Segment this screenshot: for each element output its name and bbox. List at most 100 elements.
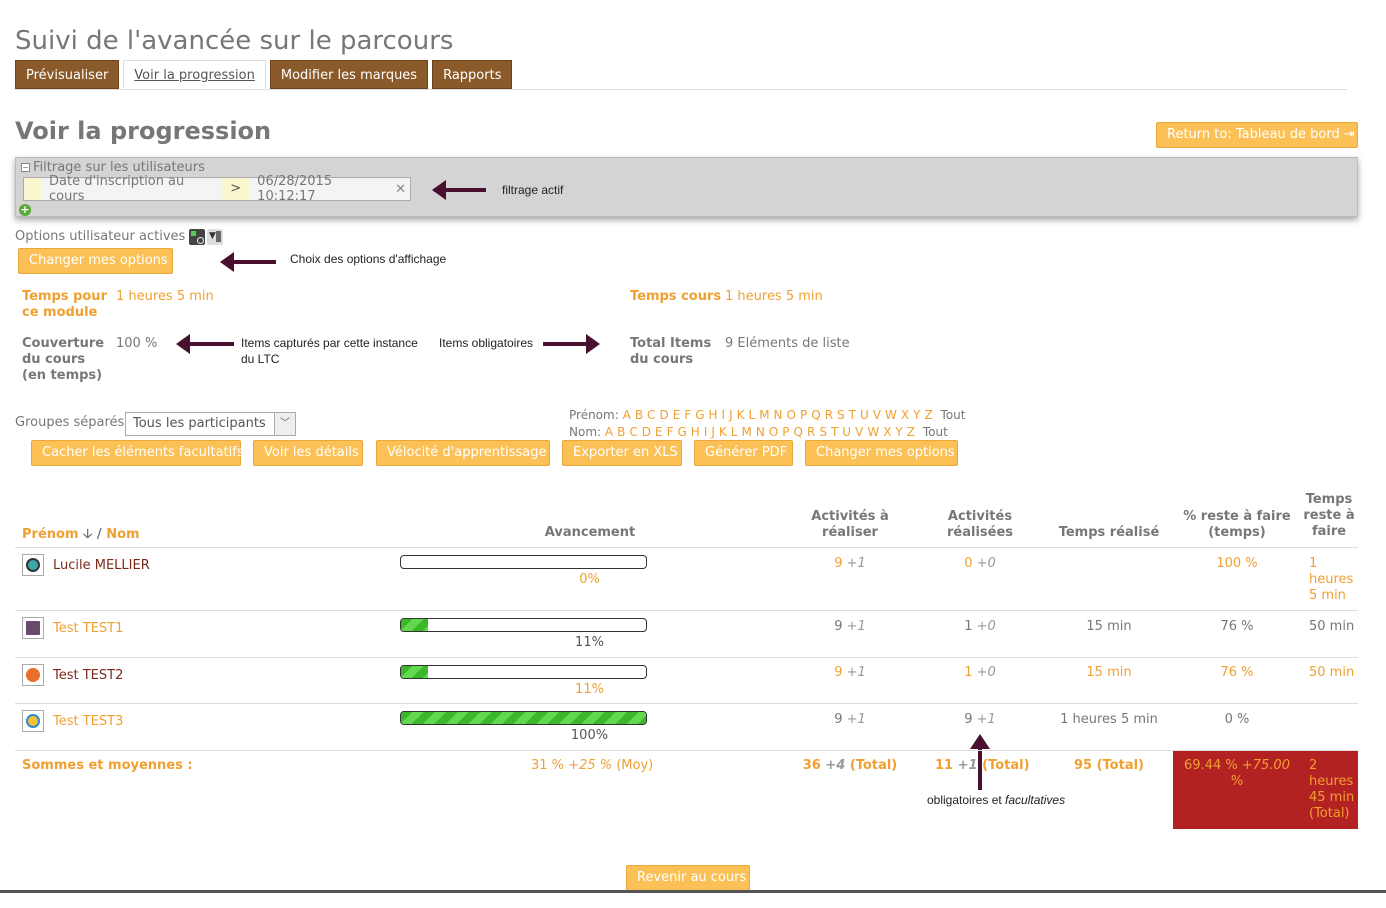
alpha-letter-link[interactable]: I [722, 408, 726, 422]
alpha-letter-link[interactable]: I [704, 425, 708, 439]
done-cell: 1 +0 [935, 619, 1025, 634]
hide-optional-button[interactable]: Cacher les éléments facultatifs [31, 440, 244, 466]
export-xls-button[interactable]: Exporter en XLS [562, 440, 682, 466]
alpha-letter-link[interactable]: K [737, 408, 745, 422]
alpha-letter-link[interactable]: T [831, 425, 838, 439]
alpha-letter-link[interactable]: F [667, 425, 674, 439]
totals-progress: 31 % +25 % (Moy) [531, 758, 653, 773]
alpha-letter-link[interactable]: A [605, 425, 613, 439]
alpha-letter-link[interactable]: U [842, 425, 851, 439]
arrow-mandatory [543, 334, 600, 354]
alpha-letter-link[interactable]: L [731, 425, 738, 439]
alpha-letter-link[interactable]: A [623, 408, 631, 422]
alpha-letter-link[interactable]: V [855, 425, 863, 439]
todo-count: 9 [834, 712, 843, 727]
alpha-letter-link[interactable]: G [677, 425, 686, 439]
todo-cell: 9 +1 [800, 619, 900, 634]
alpha-letter-link[interactable]: C [647, 408, 655, 422]
alpha-letter-link[interactable]: M [741, 425, 751, 439]
done-cell: 9 +1 [935, 712, 1025, 727]
alpha-letter-link[interactable]: L [749, 408, 756, 422]
show-details-button[interactable]: Voir les détails [253, 440, 363, 466]
alpha-letter-link[interactable]: H [709, 408, 718, 422]
progress-bar [400, 555, 647, 569]
totals-label: Sommes et moyennes : [22, 758, 193, 773]
progress-percent: 11% [575, 682, 604, 697]
alpha-letter-link[interactable]: K [719, 425, 727, 439]
alpha-letter-link[interactable]: Z [924, 408, 932, 422]
learning-velocity-button[interactable]: Vélocité d'apprentissage [376, 440, 550, 466]
alpha-letter-link[interactable]: Y [895, 425, 902, 439]
alpha-letter-link[interactable]: D [642, 425, 651, 439]
progress-bar [400, 711, 647, 725]
user-name-link[interactable]: Test TEST1 [53, 621, 123, 636]
alpha-letter-link[interactable]: E [655, 425, 663, 439]
todo-count: 9 [834, 619, 843, 634]
groups-select[interactable]: Tous les participants ﹀ [125, 412, 296, 436]
alpha-letter-link[interactable]: J [711, 425, 715, 439]
alpha-letter-link[interactable]: X [901, 408, 909, 422]
alpha-letter-link[interactable]: S [819, 425, 827, 439]
alpha-letter-link[interactable]: M [759, 408, 769, 422]
change-options-button-2[interactable]: Changer mes options [805, 440, 958, 466]
totals-progress-optional: +25 % [568, 758, 613, 773]
alpha-letter-link[interactable]: Q [811, 408, 820, 422]
page-bottom-border [0, 890, 1386, 893]
change-options-button[interactable]: Changer mes options [18, 248, 173, 274]
user-name-link[interactable]: Test TEST3 [53, 714, 123, 729]
alpha-letter-link[interactable]: W [867, 425, 879, 439]
alpha-letter-link[interactable]: F [684, 408, 691, 422]
row-divider [15, 703, 1358, 704]
alpha-letter-link[interactable]: E [673, 408, 681, 422]
alpha-letter-link[interactable]: J [729, 408, 733, 422]
alpha-letter-link[interactable]: P [800, 408, 807, 422]
alpha-letter-link[interactable]: X [883, 425, 891, 439]
module-time-label: Temps pour ce module [22, 289, 107, 320]
time-spent-cell: 1 heures 5 min [1060, 712, 1158, 727]
alpha-letter-link[interactable]: Q [794, 425, 803, 439]
alpha-letter-link[interactable]: B [617, 425, 625, 439]
alpha-letter-link[interactable]: U [860, 408, 869, 422]
alpha-letter-link[interactable]: O [769, 425, 778, 439]
user-name-link[interactable]: Test TEST2 [53, 668, 123, 683]
alpha-letter-link[interactable]: T [849, 408, 856, 422]
alpha-letter-link[interactable]: Y [913, 408, 920, 422]
alpha-letter-link[interactable]: R [825, 408, 833, 422]
alpha-letter-link[interactable]: D [659, 408, 668, 422]
remaining-pct-cell: 0 % [1224, 712, 1250, 727]
progress-bar-fill [401, 619, 428, 631]
alpha-letter-link[interactable]: S [837, 408, 845, 422]
alpha-letter-link[interactable]: R [807, 425, 815, 439]
avatar [22, 554, 44, 576]
totals-todo-optional: +4 [825, 758, 846, 773]
alpha-letter-link[interactable]: G [695, 408, 704, 422]
user-name-link[interactable]: Lucile MELLIER [53, 558, 150, 573]
firstname-all-link[interactable]: Tout [941, 408, 966, 422]
todo-count: 9 [834, 665, 843, 680]
alpha-letter-link[interactable]: Z [907, 425, 915, 439]
done-cell: 0 +0 [935, 556, 1025, 571]
lastname-sort-link[interactable]: Nom [106, 527, 139, 542]
progress-bar [400, 665, 647, 679]
alpha-letter-link[interactable]: N [756, 425, 765, 439]
alpha-letter-link[interactable]: C [629, 425, 637, 439]
coverage-label: Couverture du cours (en temps) [22, 336, 105, 383]
alpha-letter-link[interactable]: H [691, 425, 700, 439]
remaining-time-cell: 50 min [1309, 619, 1355, 634]
annotation-optional-text: facultatives [1005, 793, 1066, 807]
totals-remaining-pct-optional: +75.00 [1241, 758, 1290, 773]
alpha-letter-link[interactable]: N [774, 408, 783, 422]
alpha-letter-link[interactable]: V [873, 408, 881, 422]
totals-time-spent: 95 (Total) [1073, 758, 1144, 773]
back-to-course-button[interactable]: Revenir au cours [626, 865, 750, 891]
groups-select-value: Tous les participants [133, 416, 266, 431]
generate-pdf-button[interactable]: Générer PDF [694, 440, 793, 466]
alpha-letter-link[interactable]: W [885, 408, 897, 422]
done-count: 1 [964, 665, 973, 680]
alpha-letter-link[interactable]: P [782, 425, 789, 439]
todo-cell: 9 +1 [800, 712, 900, 727]
alpha-letter-link[interactable]: O [787, 408, 796, 422]
firstname-sort-link[interactable]: Prénom [22, 527, 79, 542]
lastname-all-link[interactable]: Tout [923, 425, 948, 439]
alpha-letter-link[interactable]: B [635, 408, 643, 422]
